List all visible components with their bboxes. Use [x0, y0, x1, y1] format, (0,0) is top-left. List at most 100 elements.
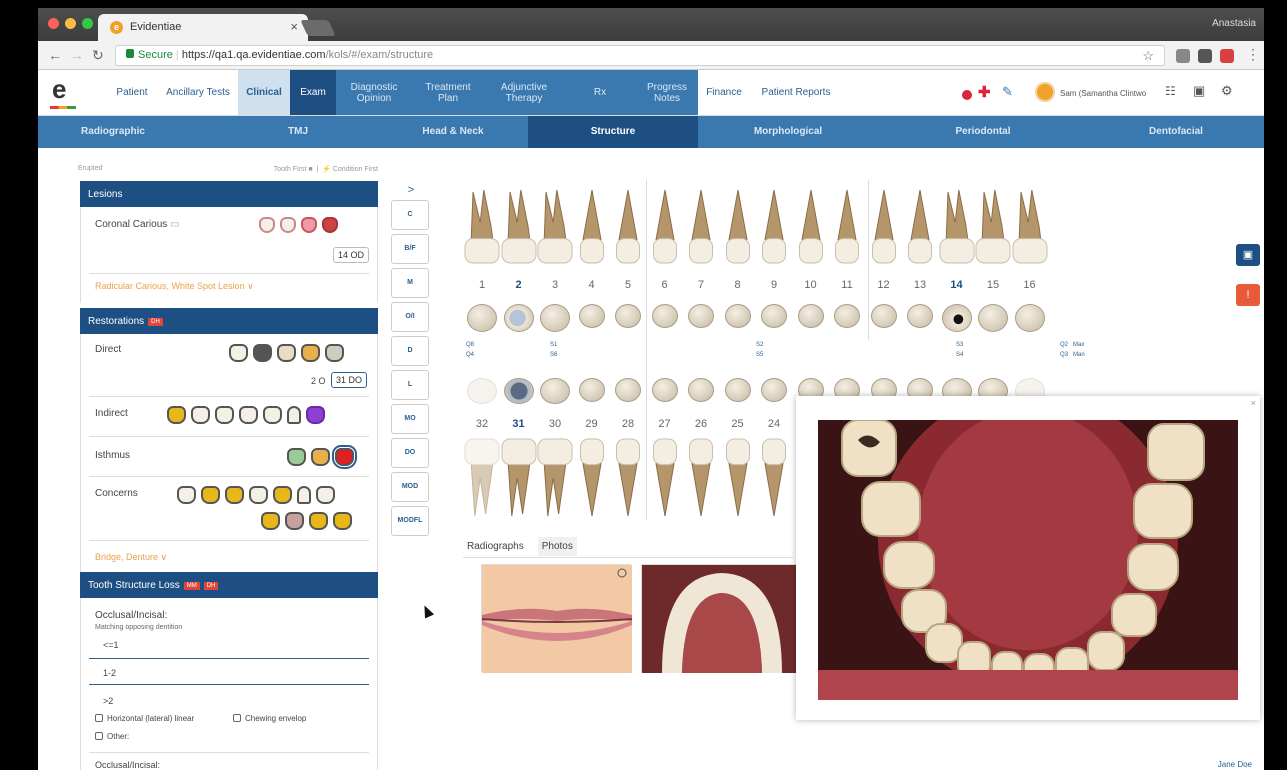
tooth-option-icon[interactable]	[309, 512, 328, 530]
tooth-option-icon[interactable]	[191, 406, 210, 424]
tooth-option-icon[interactable]	[277, 344, 296, 362]
tooth-option-icon[interactable]	[225, 486, 244, 504]
tooth-number-5[interactable]: 5	[615, 279, 641, 291]
tooth-number-10[interactable]: 10	[798, 279, 824, 291]
tooth-number-15[interactable]: 15	[980, 279, 1006, 291]
alert-icon[interactable]: !	[1236, 284, 1260, 306]
radicular-link[interactable]: Radicular Carious, White Spot Lesion ∨	[95, 281, 254, 292]
close-icon[interactable]: ×	[1251, 398, 1256, 408]
tooth-option-icon[interactable]	[167, 406, 186, 424]
surface-m-button[interactable]: M	[391, 268, 429, 298]
tooth-number-27[interactable]: 27	[652, 418, 678, 430]
tooth-option-icon[interactable]	[253, 344, 272, 362]
edit-note-icon[interactable]: ✎	[1002, 84, 1013, 100]
tooth-number-26[interactable]: 26	[688, 418, 714, 430]
occlusal-view-27[interactable]	[651, 378, 678, 402]
tab-structure[interactable]: Structure	[528, 116, 698, 148]
upper-tooth-10[interactable]	[793, 188, 829, 264]
occlusal-view-1[interactable]	[467, 304, 497, 332]
tooth-option-icon[interactable]	[177, 486, 196, 504]
occlusal-view-3[interactable]	[540, 304, 570, 332]
nav-adjunctive-therapy[interactable]: Adjunctive Therapy	[484, 70, 564, 115]
occlusal-view-31[interactable]	[503, 378, 534, 404]
tooth-number-24[interactable]: 24	[761, 418, 787, 430]
tooth-number-7[interactable]: 7	[688, 279, 714, 291]
lesions-header[interactable]: Lesions	[80, 181, 378, 207]
close-tab-icon[interactable]: ×	[290, 19, 298, 34]
expand-arrow-icon[interactable]: >	[391, 184, 431, 196]
occlusal-view-15[interactable]	[978, 304, 1008, 332]
tooth-option-icon[interactable]	[285, 512, 304, 530]
tooth-option-icon[interactable]	[316, 486, 335, 504]
tooth-option-icon[interactable]	[297, 486, 311, 504]
photo-thumbnail-upper-arch[interactable]	[641, 564, 802, 673]
address-bar[interactable]: Secure | https://qa1.qa.evidentiae.com/k…	[115, 45, 1165, 66]
lower-tooth-31[interactable]	[501, 438, 537, 518]
nav-patient-reports[interactable]: Patient Reports	[754, 70, 838, 115]
tsl-header[interactable]: Tooth Structure Loss MM DH	[80, 572, 378, 598]
surface-d-button[interactable]: D	[391, 336, 429, 366]
tab-photos[interactable]: Photos	[537, 537, 577, 556]
occlusal-view-30[interactable]	[540, 378, 570, 404]
nav-progress-notes[interactable]: Progress Notes	[636, 70, 698, 115]
patient-name[interactable]: Sam (Samantha Clintwo	[1060, 89, 1146, 98]
upper-tooth-2[interactable]	[501, 188, 537, 264]
lower-tooth-27[interactable]	[647, 438, 683, 518]
upper-tooth-6[interactable]	[647, 188, 683, 264]
upper-tooth-12[interactable]	[866, 188, 902, 264]
sort-condition-first[interactable]: Condition First	[333, 166, 378, 173]
tooth-number-12[interactable]: 12	[871, 279, 897, 291]
lower-arch-photo[interactable]	[818, 390, 1238, 700]
restorations-header[interactable]: Restorations DH	[80, 308, 378, 334]
tooth-option-icon[interactable]	[280, 217, 296, 233]
bridge-link[interactable]: Bridge, Denture ∨	[95, 552, 167, 563]
browser-menu-icon[interactable]: ⋮	[1246, 46, 1260, 63]
tooth-number-13[interactable]: 13	[907, 279, 933, 291]
occlusal-view-14[interactable]	[941, 304, 972, 332]
tooth-option-icon[interactable]	[249, 486, 268, 504]
adblock-icon[interactable]	[1220, 49, 1234, 63]
upper-tooth-14[interactable]	[939, 188, 975, 264]
nav-treatment-plan[interactable]: Treatment Plan	[412, 70, 484, 115]
checkbox-icon[interactable]	[95, 732, 103, 740]
tooth-number-11[interactable]: 11	[834, 279, 860, 291]
tab-periodontal[interactable]: Periodontal	[898, 116, 1068, 148]
lower-tooth-32[interactable]	[464, 438, 500, 518]
browser-tab[interactable]: e Evidentiae ×	[98, 14, 308, 41]
family-icon[interactable]: ☷	[1165, 84, 1176, 98]
tooth-option-icon[interactable]	[306, 406, 325, 424]
tooth-number-16[interactable]: 16	[1017, 279, 1043, 291]
tooth-number-6[interactable]: 6	[652, 279, 678, 291]
bookmark-star-icon[interactable]: ☆	[1142, 48, 1154, 64]
tooth-number-9[interactable]: 9	[761, 279, 787, 291]
tooth-number-28[interactable]: 28	[615, 418, 641, 430]
info-icon[interactable]: ▭	[170, 219, 179, 230]
other-checkbox[interactable]: Other:	[95, 732, 129, 741]
profile-name[interactable]: Anastasia	[1212, 18, 1256, 29]
maximize-window-icon[interactable]	[82, 18, 93, 29]
occlusal-view-28[interactable]	[615, 378, 641, 402]
occlusal-view-2[interactable]	[503, 304, 534, 332]
tooth-option-icon[interactable]	[325, 344, 344, 362]
upper-tooth-5[interactable]	[610, 188, 646, 264]
tooth-number-14[interactable]: 14	[944, 279, 970, 291]
occlusal-view-32[interactable]	[467, 378, 497, 404]
nav-finance[interactable]: Finance	[700, 70, 748, 115]
sort-tooth-first[interactable]: Tooth First	[274, 166, 307, 173]
medical-alert-icon[interactable]: ✚	[978, 83, 991, 101]
tooth-number-1[interactable]: 1	[469, 279, 495, 291]
upper-tooth-16[interactable]	[1012, 188, 1048, 264]
option-gt2[interactable]: >2	[103, 696, 113, 706]
reload-icon[interactable]: ↻	[92, 47, 104, 64]
tooth-number-3[interactable]: 3	[542, 279, 568, 291]
tab-morphological[interactable]: Morphological	[698, 116, 878, 148]
tooth-option-icon[interactable]	[239, 406, 258, 424]
tooth-option-icon[interactable]	[301, 344, 320, 362]
upper-tooth-9[interactable]	[756, 188, 792, 264]
upper-tooth-8[interactable]	[720, 188, 756, 264]
upper-tooth-3[interactable]	[537, 188, 573, 264]
occlusal-view-12[interactable]	[870, 304, 897, 328]
nav-clinical[interactable]: Clinical	[238, 70, 290, 115]
direct-value-a[interactable]: 2 O	[311, 376, 326, 386]
tooth-option-icon[interactable]	[273, 486, 292, 504]
